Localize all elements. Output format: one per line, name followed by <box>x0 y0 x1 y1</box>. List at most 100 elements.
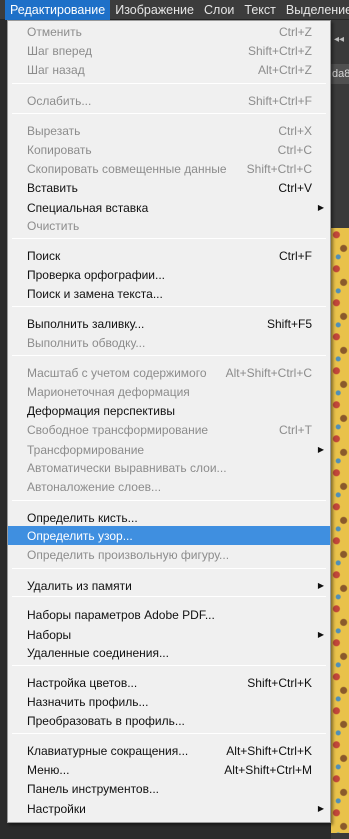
menu-item-assign-profile[interactable]: Назначить профиль... <box>8 692 330 711</box>
menu-item-remote-connections[interactable]: Удаленные соединения... <box>8 643 330 662</box>
chevron-right-icon: ▶ <box>317 630 324 639</box>
menu-item-label: Определить кисть... <box>27 510 138 525</box>
menu-item-find-replace-text[interactable]: Поиск и замена текста... <box>8 284 330 303</box>
menu-item-perspective-warp[interactable]: Деформация перспективы <box>8 401 330 420</box>
menu-item-shortcut: Shift+Ctrl+C <box>246 161 312 176</box>
menu-item-label: Отменить <box>27 24 82 39</box>
menu-item-label: Преобразовать в профиль... <box>27 713 185 728</box>
menu-item-shortcut: Shift+Ctrl+K <box>247 675 312 690</box>
menu-item-clear[interactable]: Очистить <box>8 216 330 235</box>
menu-item-label: Клавиатурные сокращения... <box>27 743 189 758</box>
menu-item-label: Очистить <box>27 218 80 233</box>
menubar-item-edit[interactable]: Редактирование <box>5 0 111 20</box>
menu-item-paste-special[interactable]: Специальная вставка ▶ <box>8 198 330 217</box>
menu-item-shortcut: Alt+Shift+Ctrl+C <box>225 365 312 380</box>
menu-separator <box>12 306 326 307</box>
menu-item-label: Шаг назад <box>27 62 85 77</box>
menu-item-cut[interactable]: Вырезать Ctrl+X <box>8 121 330 140</box>
menu-separator <box>12 733 326 734</box>
menu-item-shortcut: Alt+Ctrl+Z <box>257 62 312 77</box>
menu-item-stroke[interactable]: Выполнить обводку... <box>8 333 330 352</box>
background-document-tab: da8 <box>331 64 349 84</box>
menu-item-label: Автоматически выравнивать слои... <box>27 460 227 475</box>
menu-item-label: Поиск и замена текста... <box>27 286 163 301</box>
menu-item-keyboard-shortcuts[interactable]: Клавиатурные сокращения... Alt+Shift+Ctrl… <box>8 741 330 760</box>
menu-item-label: Марионеточная деформация <box>27 384 190 399</box>
menu-item-label: Вырезать <box>27 123 81 138</box>
menu-item-shortcut: Shift+F5 <box>266 316 312 331</box>
menubar-item-text[interactable]: Текст <box>239 0 280 20</box>
menu-separator <box>12 238 326 239</box>
menu-item-label: Скопировать совмещенные данные <box>27 161 227 176</box>
menu-separator <box>12 113 326 114</box>
menu-item-presets[interactable]: Наборы ▶ <box>8 625 330 644</box>
menu-item-label: Свободное трансформирование <box>27 422 209 437</box>
menu-item-label: Специальная вставка <box>27 200 149 215</box>
menu-item-adobe-pdf-presets[interactable]: Наборы параметров Adobe PDF... <box>8 605 330 624</box>
menu-item-auto-align-layers[interactable]: Автоматически выравнивать слои... <box>8 458 330 477</box>
menu-item-shortcut: Alt+Shift+Ctrl+K <box>226 743 312 758</box>
menu-item-label: Масштаб с учетом содержимого <box>27 365 207 380</box>
menu-item-label: Шаг вперед <box>27 43 93 58</box>
menu-item-copy-merged[interactable]: Скопировать совмещенные данные Shift+Ctrl… <box>8 159 330 178</box>
background-canvas-pattern <box>331 228 349 833</box>
menu-item-transform[interactable]: Трансформирование ▶ <box>8 440 330 459</box>
menubar-item-image[interactable]: Изображение <box>110 0 199 20</box>
menu-item-label: Наборы параметров Adobe PDF... <box>27 607 215 622</box>
menu-item-auto-blend-layers[interactable]: Автоналожение слоев... <box>8 477 330 496</box>
menu-item-shortcut: Alt+Shift+Ctrl+M <box>224 762 312 777</box>
menu-item-label: Определить узор... <box>27 528 133 543</box>
menu-item-fade[interactable]: Ослабить... Shift+Ctrl+F <box>8 91 330 110</box>
menu-item-shortcut: Ctrl+V <box>278 180 312 195</box>
menu-separator <box>12 665 326 666</box>
menu-separator <box>12 568 326 569</box>
menu-item-shortcut: Shift+Ctrl+Z <box>247 43 312 58</box>
menu-separator <box>12 500 326 501</box>
menu-item-label: Меню... <box>27 762 70 777</box>
chevron-right-icon: ▶ <box>317 804 324 813</box>
menu-item-spell-check[interactable]: Проверка орфографии... <box>8 265 330 284</box>
menu-item-label: Удалить из памяти <box>27 578 132 593</box>
menu-item-undo[interactable]: Отменить Ctrl+Z <box>8 22 330 41</box>
menu-item-label: Настройки <box>27 801 86 816</box>
menu-item-free-transform[interactable]: Свободное трансформирование Ctrl+T <box>8 420 330 439</box>
menu-item-search[interactable]: Поиск Ctrl+F <box>8 246 330 265</box>
menu-item-shortcut: Ctrl+C <box>277 142 312 157</box>
menu-item-label: Деформация перспективы <box>27 403 175 418</box>
menu-item-copy[interactable]: Копировать Ctrl+C <box>8 140 330 159</box>
menu-item-toolbar[interactable]: Панель инструментов... <box>8 779 330 798</box>
menu-item-purge[interactable]: Удалить из памяти ▶ <box>8 576 330 595</box>
menu-item-label: Настройка цветов... <box>27 675 138 690</box>
chevron-right-icon: ▶ <box>317 445 324 454</box>
menu-item-label: Поиск <box>27 248 61 263</box>
menu-item-menus[interactable]: Меню... Alt+Shift+Ctrl+M <box>8 760 330 779</box>
menu-separator <box>12 596 326 597</box>
menu-separator <box>12 355 326 356</box>
menu-item-paste[interactable]: Вставить Ctrl+V <box>8 178 330 197</box>
menu-item-define-brush[interactable]: Определить кисть... <box>8 508 330 527</box>
menu-item-define-pattern[interactable]: Определить узор... <box>8 526 330 545</box>
menubar-item-layers[interactable]: Слои <box>199 0 239 20</box>
menu-item-puppet-warp[interactable]: Марионеточная деформация <box>8 382 330 401</box>
menu-item-label: Удаленные соединения... <box>27 645 169 660</box>
menu-item-fill[interactable]: Выполнить заливку... Shift+F5 <box>8 314 330 333</box>
menu-item-content-aware-scale[interactable]: Масштаб с учетом содержимого Alt+Shift+Ct… <box>8 363 330 382</box>
menu-item-step-back[interactable]: Шаг назад Alt+Ctrl+Z <box>8 60 330 79</box>
menu-item-preferences[interactable]: Настройки ▶ <box>8 799 330 818</box>
menu-item-label: Копировать <box>27 142 92 157</box>
menubar-item-select[interactable]: Выделение <box>281 0 349 20</box>
menu-item-redo[interactable]: Шаг вперед Shift+Ctrl+Z <box>8 41 330 60</box>
menu-item-label: Вставить <box>27 180 78 195</box>
menu-item-shortcut: Ctrl+T <box>279 422 312 437</box>
menu-item-shortcut: Ctrl+F <box>279 248 312 263</box>
menu-item-label: Ослабить... <box>27 93 92 108</box>
menu-item-shortcut: Ctrl+Z <box>279 24 312 39</box>
menu-item-convert-to-profile[interactable]: Преобразовать в профиль... <box>8 711 330 730</box>
edit-dropdown-menu: Отменить Ctrl+Z Шаг вперед Shift+Ctrl+Z Шаг … <box>7 20 331 823</box>
background-panel-control-icon: ◂◂ <box>334 34 345 45</box>
menu-item-label: Выполнить обводку... <box>27 335 146 350</box>
menu-item-shortcut: Ctrl+X <box>278 123 312 138</box>
menu-item-color-settings[interactable]: Настройка цветов... Shift+Ctrl+K <box>8 673 330 692</box>
menu-item-label: Наборы <box>27 627 72 642</box>
menu-item-define-custom-shape[interactable]: Определить произвольную фигуру... <box>8 545 330 564</box>
